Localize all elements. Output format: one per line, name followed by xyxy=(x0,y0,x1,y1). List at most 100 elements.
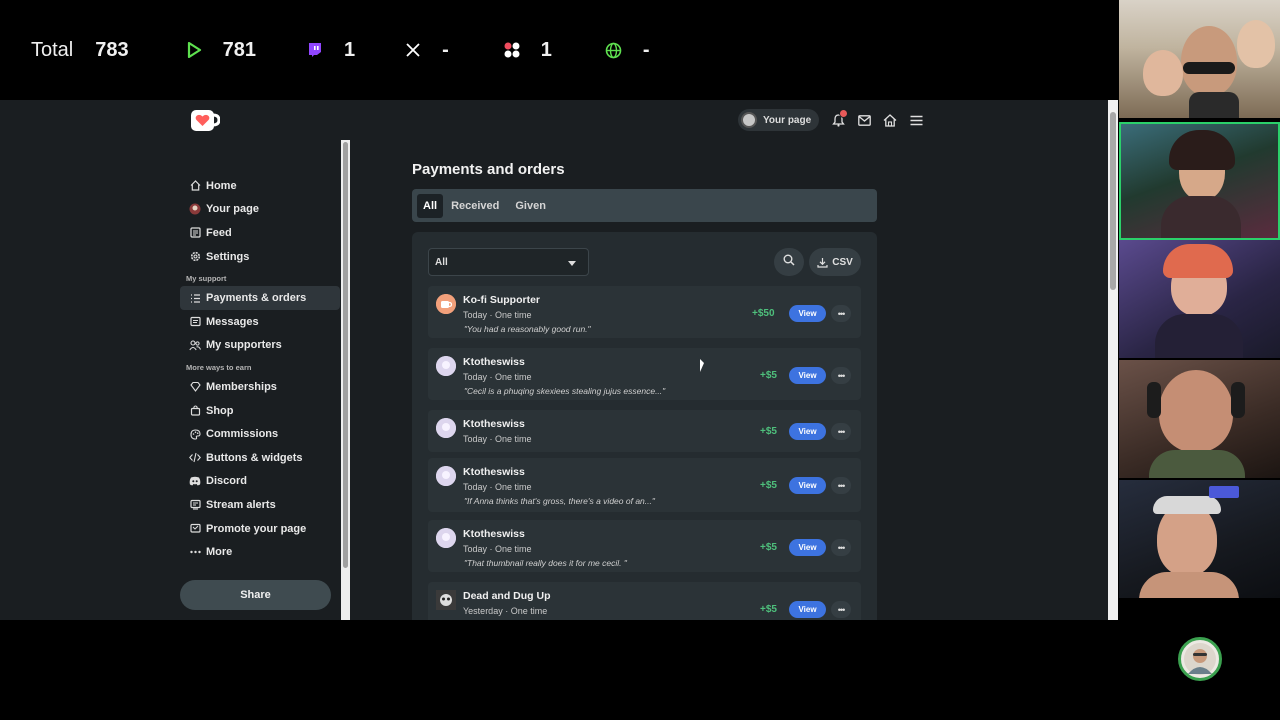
sidebar-item-settings[interactable]: Settings xyxy=(180,245,340,269)
payment-meta: Today · One time xyxy=(463,544,532,554)
sidebar-item-home[interactable]: Home xyxy=(180,174,340,198)
payment-message: "If Anna thinks that's gross, there's a … xyxy=(464,496,655,506)
view-button[interactable]: View xyxy=(789,305,826,322)
x-value: - xyxy=(442,38,449,61)
bell-icon[interactable] xyxy=(825,109,851,131)
sidebar-item-label: Commissions xyxy=(206,428,279,441)
sidebar-item-supporters[interactable]: My supporters xyxy=(180,334,340,358)
list-item[interactable]: Ktotheswiss Today · One time "Cecil is a… xyxy=(428,348,861,400)
avatar xyxy=(436,466,456,486)
diamond-icon xyxy=(189,381,201,393)
tab-received[interactable]: Received xyxy=(443,194,507,218)
payment-amount: +$5 xyxy=(760,604,777,615)
screen: Total 783 781 1 - 1 - Your page Home You… xyxy=(0,0,1280,720)
mail-icon[interactable] xyxy=(851,109,877,131)
kofi-logo[interactable] xyxy=(190,108,221,134)
home-icon xyxy=(189,180,201,192)
sidebar-item-label: Discord xyxy=(206,475,247,488)
avatar xyxy=(436,590,456,610)
more-options-button[interactable]: ••• xyxy=(831,477,851,494)
discord-icon xyxy=(189,475,201,487)
view-button[interactable]: View xyxy=(789,539,826,556)
supporter-name[interactable]: Ktotheswiss xyxy=(463,528,525,540)
code-icon xyxy=(189,452,201,464)
view-button[interactable]: View xyxy=(789,423,826,440)
dots-stat: 1 xyxy=(503,39,552,62)
payment-amount: +$5 xyxy=(760,542,777,553)
sidebar-item-label: My supporters xyxy=(206,339,282,352)
chevron-down-icon xyxy=(568,261,576,266)
list-item[interactable]: Ktotheswiss Today · One time "If Anna th… xyxy=(428,458,861,512)
list-item[interactable]: Ktotheswiss Today · One time "That thumb… xyxy=(428,520,861,572)
payment-message: "Cecil is a phuqing skexiees stealing ju… xyxy=(464,386,666,396)
streamer-avatar xyxy=(1178,637,1222,681)
webcam-feed xyxy=(1119,480,1280,598)
scrollbar-thumb[interactable] xyxy=(343,142,348,568)
search-icon xyxy=(783,253,795,271)
sidebar-item-shop[interactable]: Shop xyxy=(180,399,340,423)
list-item[interactable]: Dead and Dug Up Yesterday · One time +$5… xyxy=(428,582,861,620)
supporter-name[interactable]: Ktotheswiss xyxy=(463,466,525,478)
webcam-feed xyxy=(1119,360,1280,478)
sidebar-item-buttons-widgets[interactable]: Buttons & widgets xyxy=(180,446,340,470)
list-item[interactable]: Ktotheswiss Today · One time +$5 View ••… xyxy=(428,410,861,452)
home-icon[interactable] xyxy=(877,109,903,131)
menu-icon[interactable] xyxy=(903,109,929,131)
web-stat: - xyxy=(605,39,650,62)
more-options-button[interactable]: ••• xyxy=(831,423,851,440)
avatar xyxy=(436,528,456,548)
more-options-button[interactable]: ••• xyxy=(831,305,851,322)
webcam-column xyxy=(1118,0,1280,600)
your-page-label: Your page xyxy=(763,114,812,126)
sidebar-item-label: More xyxy=(206,546,233,559)
sidebar: Home Your page Feed Settings My support … xyxy=(180,140,340,620)
webcam-feed xyxy=(1119,122,1280,240)
play-value: 781 xyxy=(222,38,256,61)
your-page-button[interactable]: Your page xyxy=(738,109,820,131)
csv-button[interactable]: CSV xyxy=(809,248,861,276)
sidebar-item-promote[interactable]: Promote your page xyxy=(180,517,340,541)
sidebar-item-your-page[interactable]: Your page xyxy=(180,198,340,222)
payment-amount: +$5 xyxy=(760,480,777,491)
twitch-stat: 1 xyxy=(306,39,355,62)
more-options-button[interactable]: ••• xyxy=(831,539,851,556)
share-button[interactable]: Share xyxy=(180,580,331,610)
gear-icon xyxy=(189,251,201,263)
sidebar-item-label: Shop xyxy=(206,404,234,417)
sidebar-item-payments[interactable]: Payments & orders xyxy=(180,286,340,310)
more-options-button[interactable]: ••• xyxy=(831,367,851,384)
supporter-name[interactable]: Ktotheswiss xyxy=(463,418,525,430)
view-button[interactable]: View xyxy=(789,477,826,494)
sidebar-item-commissions[interactable]: Commissions xyxy=(180,422,340,446)
view-button[interactable]: View xyxy=(789,601,826,618)
mouse-cursor xyxy=(700,359,704,372)
page-title: Payments and orders xyxy=(412,161,565,178)
supporter-name[interactable]: Ko-fi Supporter xyxy=(463,294,540,306)
sidebar-item-feed[interactable]: Feed xyxy=(180,221,340,245)
sidebar-scrollbar[interactable] xyxy=(341,140,350,620)
sidebar-item-stream-alerts[interactable]: Stream alerts xyxy=(180,493,340,517)
sidebar-item-messages[interactable]: Messages xyxy=(180,310,340,334)
sidebar-item-memberships[interactable]: Memberships xyxy=(180,375,340,399)
web-value: - xyxy=(642,38,650,61)
page-scrollbar[interactable] xyxy=(1108,100,1118,620)
sidebar-item-label: Stream alerts xyxy=(206,498,276,511)
view-button[interactable]: View xyxy=(789,367,826,384)
search-button[interactable] xyxy=(774,248,804,276)
tab-given[interactable]: Given xyxy=(507,194,554,218)
list-item[interactable]: Ko-fi Supporter Today · One time "You ha… xyxy=(428,286,861,338)
twitch-value: 1 xyxy=(344,38,356,61)
sidebar-item-label: Messages xyxy=(206,315,259,328)
scrollbar-thumb[interactable] xyxy=(1110,112,1116,290)
tab-all[interactable]: All xyxy=(417,193,444,218)
sidebar-item-more[interactable]: More xyxy=(180,540,340,564)
supporter-name[interactable]: Ktotheswiss xyxy=(463,356,525,368)
filter-select[interactable]: All xyxy=(428,248,589,276)
dots-icon xyxy=(503,41,521,59)
dots-value: 1 xyxy=(540,38,552,61)
supporter-name[interactable]: Dead and Dug Up xyxy=(463,590,551,602)
more-options-button[interactable]: ••• xyxy=(831,601,851,618)
sidebar-item-discord[interactable]: Discord xyxy=(180,470,340,494)
payment-amount: +$5 xyxy=(760,370,777,381)
feed-icon xyxy=(189,227,201,239)
